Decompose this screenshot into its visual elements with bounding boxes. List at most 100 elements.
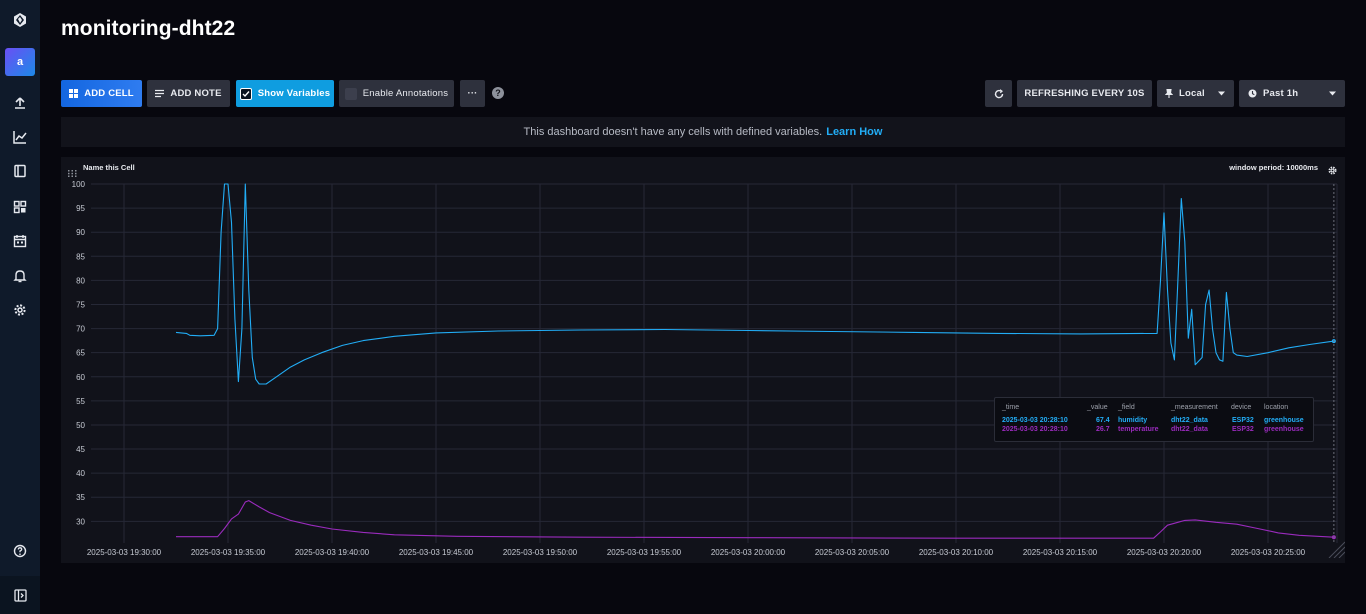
collapse-icon[interactable]	[0, 576, 40, 614]
x-tick-label: 2025-03-03 20:10:00	[919, 548, 994, 557]
y-tick-label: 55	[76, 397, 85, 406]
drag-handle-icon[interactable]	[68, 164, 77, 182]
enable-annotations-label: Enable Annotations	[362, 88, 449, 99]
add-cell-icon	[69, 89, 79, 98]
clock-icon	[1248, 89, 1257, 98]
checkbox-checked-icon	[239, 87, 252, 100]
y-tick-label: 90	[76, 228, 85, 237]
chevron-down-icon	[1218, 91, 1225, 96]
more-options-button[interactable]: ···	[460, 80, 485, 107]
series-line-humidity	[175, 183, 1334, 385]
refresh-label: REFRESHING EVERY 10S	[1024, 88, 1145, 99]
y-tick-label: 30	[76, 517, 85, 526]
series-line-temperature	[176, 500, 1334, 539]
cell-title[interactable]: Name this Cell	[83, 163, 135, 172]
cell-gear-icon[interactable]	[1328, 162, 1337, 180]
add-note-button[interactable]: ADD NOTE	[147, 80, 230, 107]
y-tick-label: 40	[76, 469, 85, 478]
logo-icon[interactable]	[0, 6, 40, 34]
graph-icon[interactable]	[0, 123, 40, 151]
y-tick-label: 75	[76, 300, 85, 309]
tooltip-cell: 67.4	[1096, 417, 1110, 424]
note-icon	[155, 89, 165, 98]
refresh-button[interactable]	[985, 80, 1012, 107]
show-variables-toggle[interactable]: Show Variables	[236, 80, 334, 107]
hover-tooltip: _time _value _field _measurement device …	[994, 397, 1314, 442]
show-variables-label: Show Variables	[257, 88, 331, 99]
x-tick-label: 2025-03-03 19:35:00	[191, 548, 266, 557]
y-tick-label: 35	[76, 493, 85, 502]
y-tick-label: 70	[76, 325, 85, 334]
line-graph[interactable]: 30354045505560657075808590951002025-03-0…	[61, 157, 1345, 563]
tooltip-cell: dht22_data	[1171, 417, 1208, 424]
y-tick-label: 80	[76, 276, 85, 285]
y-tick-label: 65	[76, 349, 85, 358]
x-tick-label: 2025-03-03 20:20:00	[1127, 548, 1202, 557]
enable-annotations-toggle[interactable]: Enable Annotations	[339, 80, 454, 107]
timezone-dropdown[interactable]: Local	[1157, 80, 1234, 107]
x-tick-label: 2025-03-03 20:00:00	[711, 548, 786, 557]
help-label: ?	[495, 88, 501, 98]
tooltip-cell: dht22_data	[1171, 426, 1208, 433]
tooltip-cell: 2025-03-03 20:28:10	[1002, 426, 1068, 433]
help-circle-icon[interactable]: ?	[492, 87, 504, 99]
tooltip-col-time: _time	[1002, 404, 1020, 411]
autorefresh-dropdown[interactable]: REFRESHING EVERY 10S	[1017, 80, 1152, 107]
book-icon[interactable]	[0, 157, 40, 185]
add-note-label: ADD NOTE	[170, 88, 222, 99]
x-tick-label: 2025-03-03 20:25:00	[1231, 548, 1306, 557]
timezone-label: Local	[1179, 88, 1205, 99]
tooltip-col-device: device	[1231, 404, 1252, 411]
tooltip-cell: temperature	[1118, 426, 1159, 433]
x-tick-label: 2025-03-03 19:30:00	[87, 548, 162, 557]
learn-how-link[interactable]: Learn How	[826, 126, 882, 138]
x-tick-label: 2025-03-03 19:40:00	[295, 548, 370, 557]
y-tick-label: 95	[76, 204, 85, 213]
tooltip-cell: humidity	[1118, 417, 1148, 424]
checkbox-unchecked-icon	[344, 87, 357, 100]
more-options-label: ···	[467, 88, 478, 99]
x-tick-label: 2025-03-03 19:55:00	[607, 548, 682, 557]
variables-banner: This dashboard doesn't have any cells wi…	[61, 117, 1345, 147]
tooltip-col-value: _value	[1087, 404, 1108, 411]
chevron-down-icon	[1329, 91, 1336, 96]
window-period: window period: 10000ms	[1229, 163, 1318, 172]
tooltip-col-measurement: _measurement	[1171, 404, 1218, 411]
x-tick-label: 2025-03-03 20:05:00	[815, 548, 890, 557]
calendar-icon[interactable]	[0, 227, 40, 255]
x-tick-label: 2025-03-03 19:45:00	[399, 548, 474, 557]
tooltip-col-field: _field	[1118, 404, 1135, 411]
bell-icon[interactable]	[0, 262, 40, 290]
y-tick-label: 85	[76, 252, 85, 261]
pin-icon	[1165, 89, 1173, 98]
tooltip-cell: ESP32	[1232, 426, 1254, 433]
refresh-icon	[994, 88, 1003, 98]
tooltip-cell: greenhouse	[1264, 426, 1304, 433]
x-tick-label: 2025-03-03 19:50:00	[503, 548, 578, 557]
avatar-letter: a	[16, 56, 24, 68]
y-tick-label: 45	[76, 445, 85, 454]
time-range-label: Past 1h	[1263, 88, 1299, 99]
sidebar: a	[0, 0, 40, 614]
tooltip-cell: greenhouse	[1264, 417, 1304, 424]
tooltip-cell: 26.7	[1096, 426, 1110, 433]
help-icon[interactable]	[0, 537, 40, 565]
dashboards-icon[interactable]	[0, 193, 40, 221]
gear-icon[interactable]	[0, 296, 40, 324]
upload-icon[interactable]	[0, 89, 40, 117]
page-title[interactable]: monitoring-dht22	[61, 17, 235, 41]
add-cell-button[interactable]: ADD CELL	[61, 80, 142, 107]
y-tick-label: 60	[76, 373, 85, 382]
tooltip-cell: ESP32	[1232, 417, 1254, 424]
dashboard-cell[interactable]: 30 35 40 45 50 55 60 65 70 75 80 85 90 95 100 2025-03-0…	[61, 157, 1346, 563]
y-tick-label: 50	[76, 421, 85, 430]
resize-handle-icon[interactable]	[1327, 540, 1346, 563]
add-cell-label: ADD CELL	[84, 88, 134, 99]
org-avatar[interactable]: a	[5, 48, 35, 76]
tooltip-cell: 2025-03-03 20:28:10	[1002, 417, 1068, 424]
x-tick-label: 2025-03-03 20:15:00	[1023, 548, 1098, 557]
tooltip-col-location: location	[1264, 404, 1289, 411]
time-range-dropdown[interactable]: Past 1h	[1239, 80, 1345, 107]
tooltip-row: 2025-03-03 20:28:10 26.7 temperature dht…	[995, 426, 1313, 436]
banner-text: This dashboard doesn't have any cells wi…	[523, 126, 823, 138]
